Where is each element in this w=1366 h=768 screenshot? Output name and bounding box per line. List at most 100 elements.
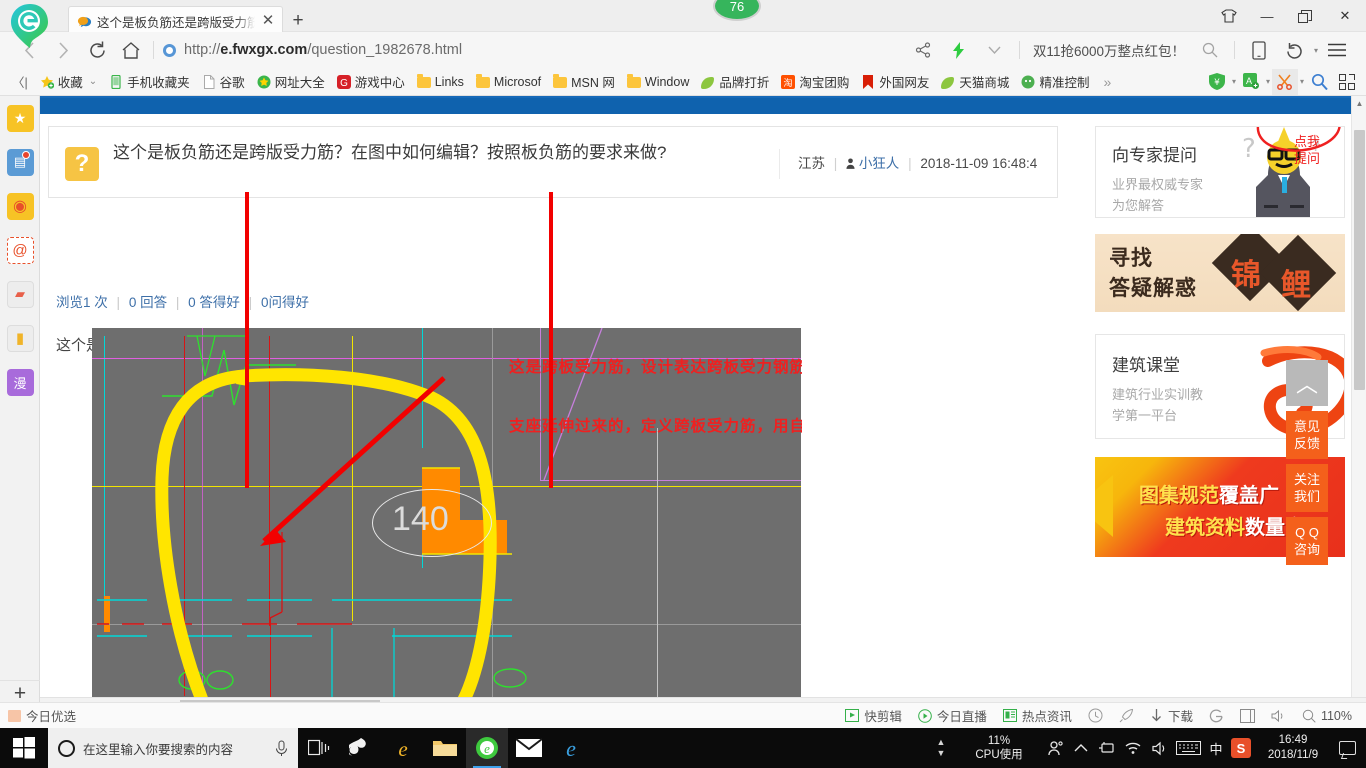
stat-views[interactable]: 浏览1 次 xyxy=(56,295,108,310)
stat-answers[interactable]: 0 回答 xyxy=(129,295,167,310)
scrollbar-thumb[interactable] xyxy=(1354,130,1365,390)
bookmark-item-phone-favorites[interactable]: 手机收藏夹 xyxy=(103,70,196,94)
chevron-up-icon[interactable] xyxy=(1068,728,1094,768)
status-item-clock[interactable] xyxy=(1080,708,1111,723)
taskbar-app-explorer[interactable] xyxy=(424,728,466,768)
history-caret-icon[interactable]: ▾ xyxy=(1314,46,1318,55)
bookmark-item-window[interactable]: Window xyxy=(621,70,695,94)
taskbar-app-cloud[interactable] xyxy=(340,728,382,768)
rail-item-bookshelf[interactable]: ▮ xyxy=(0,316,40,360)
taskbar-app-mail[interactable] xyxy=(508,728,550,768)
status-item-quick-edit[interactable]: 快剪辑 xyxy=(837,706,910,725)
rail-item-news[interactable]: ▤ xyxy=(0,140,40,184)
follow-us-button[interactable]: 关注 我们 xyxy=(1286,464,1328,512)
scroll-up-arrow[interactable]: ▲ xyxy=(1352,96,1366,111)
taskbar-app-360-browser[interactable]: e xyxy=(466,728,508,768)
lightning-icon[interactable] xyxy=(942,33,976,67)
history-back-icon[interactable] xyxy=(1278,33,1312,67)
promo-text[interactable]: 双11抢6000万整点红包！ xyxy=(1027,40,1191,60)
magnifier-icon[interactable] xyxy=(1306,69,1332,95)
qq-consult-button[interactable]: Q Q 咨询 xyxy=(1286,517,1328,565)
rail-item-weibo[interactable]: ◉ xyxy=(0,184,40,228)
ime-indicator[interactable]: 中 xyxy=(1204,739,1228,758)
cad-drawing-image[interactable]: 140 这是跨板受力筋，设计表达跨板受力钢筋是由同一图层板的上部 支座延伸过来的… xyxy=(92,328,802,707)
status-item-today-picks[interactable]: 今日优选 xyxy=(0,706,84,725)
rail-item-favorites[interactable]: ★ xyxy=(0,96,40,140)
status-item-volume[interactable] xyxy=(1263,709,1294,723)
usb-icon[interactable] xyxy=(1094,728,1120,768)
microphone-icon[interactable] xyxy=(275,740,288,757)
bookmark-item-game-center[interactable]: G 游戏中心 xyxy=(331,70,411,94)
bookmark-item-brand-discount[interactable]: 品牌打折 xyxy=(695,70,775,94)
cortana-search-box[interactable]: 在这里输入你要搜索的内容 xyxy=(48,728,298,768)
new-tab-button[interactable]: + xyxy=(283,6,313,35)
bookmark-item-precise-control[interactable]: 精准控制 xyxy=(1015,70,1095,94)
windows-start-button[interactable] xyxy=(0,728,48,768)
page-scrollbar-vertical[interactable]: ▲ ▼ xyxy=(1351,96,1366,712)
rail-item-manga[interactable]: 漫 xyxy=(0,360,40,404)
bookmark-item-microsoft[interactable]: Microsof xyxy=(470,70,547,94)
status-item-zoom[interactable]: 110% xyxy=(1294,709,1360,723)
rail-item-games[interactable]: ▰ xyxy=(0,272,40,316)
status-item-hot-news[interactable]: 热点资讯 xyxy=(995,706,1080,725)
chevron-down-icon[interactable]: ⌄ xyxy=(89,76,97,87)
action-center-button[interactable] xyxy=(1332,728,1362,768)
bookmark-item-links[interactable]: Links xyxy=(411,70,470,94)
status-item-browser-mode[interactable] xyxy=(1201,708,1232,723)
bookmark-item-tmall[interactable]: 天猫商城 xyxy=(935,70,1015,94)
koi-banner[interactable]: 寻找 答疑解惑 锦 鲤 xyxy=(1095,234,1345,312)
zoom-level[interactable]: 110% xyxy=(1321,709,1352,723)
keyboard-icon[interactable] xyxy=(1172,728,1204,768)
stat-good-questions[interactable]: 0问得好 xyxy=(261,295,309,310)
taskbar-clock[interactable]: 16:49 2018/11/9 xyxy=(1254,733,1332,763)
taskbar-app-ie[interactable]: e xyxy=(382,728,424,768)
tray-expand-button[interactable]: ▲ ▼ xyxy=(926,737,956,759)
shield-yen-icon[interactable]: ¥ xyxy=(1204,69,1230,95)
status-item-live[interactable]: 今日直播 xyxy=(910,706,995,725)
home-button[interactable] xyxy=(114,33,148,67)
status-item-speed-boost[interactable] xyxy=(1111,708,1142,723)
bookmarks-collapse[interactable]: 〈| xyxy=(6,70,34,94)
minimize-button[interactable]: — xyxy=(1248,0,1286,32)
chevron-down-icon[interactable]: ▾ xyxy=(1300,77,1304,86)
search-icon[interactable] xyxy=(1193,33,1227,67)
address-bar[interactable]: http://e.fwxgx.com/question_1982678.html xyxy=(159,32,906,68)
close-button[interactable]: ✕ xyxy=(1324,0,1366,32)
rail-item-email[interactable]: @ xyxy=(0,228,40,272)
question-author[interactable]: 小狂人 xyxy=(859,156,900,171)
status-item-download[interactable]: 下载 xyxy=(1142,706,1201,725)
translate-icon[interactable]: A xyxy=(1238,69,1264,95)
mobile-view-icon[interactable] xyxy=(1242,33,1276,67)
feedback-button[interactable]: 意见 反馈 xyxy=(1286,411,1328,459)
scissors-icon[interactable] xyxy=(1271,68,1298,95)
share-icon[interactable] xyxy=(906,33,940,67)
status-item-split-window[interactable] xyxy=(1232,708,1263,723)
bookmark-item-taobao-group[interactable]: 淘 淘宝团购 xyxy=(775,70,855,94)
scroll-to-top-button[interactable]: ︿ xyxy=(1286,360,1328,406)
bookmarks-overflow-button[interactable]: » xyxy=(1095,74,1119,90)
cpu-usage-indicator[interactable]: 11% CPU使用 xyxy=(956,734,1042,762)
chevron-down-icon[interactable] xyxy=(978,33,1012,67)
browser-tab-active[interactable]: 这个是板负筋还是跨版受力筋？在 ✕ xyxy=(68,6,283,35)
chevron-down-icon[interactable]: ▾ xyxy=(1232,77,1236,86)
hamburger-menu-icon[interactable] xyxy=(1320,33,1354,67)
bookmark-item-google[interactable]: 谷歌 xyxy=(196,70,251,94)
bookmark-item-favorites[interactable]: 收藏 ⌄ xyxy=(34,70,103,94)
reload-button[interactable] xyxy=(80,33,114,67)
bookmark-item-url-directory[interactable]: 网址大全 xyxy=(251,70,331,94)
people-icon[interactable] xyxy=(1042,728,1068,768)
maximize-button[interactable] xyxy=(1286,0,1324,32)
sogou-input-icon[interactable]: S xyxy=(1228,728,1254,768)
tab-close-icon[interactable]: ✕ xyxy=(260,13,276,29)
task-view-button[interactable] xyxy=(298,728,340,768)
stat-good-answers[interactable]: 0 答得好 xyxy=(188,295,240,310)
ask-expert-card[interactable]: 向专家提问 业界最权威专家 为您解答 ? ? 点我 提问 xyxy=(1095,126,1345,218)
bookmark-item-msn[interactable]: MSN 网 xyxy=(547,70,621,94)
notification-badge[interactable]: 76 xyxy=(713,0,761,21)
taskbar-app-edge[interactable]: e xyxy=(550,728,592,768)
apps-grid-icon[interactable] xyxy=(1334,69,1360,95)
volume-icon[interactable] xyxy=(1146,728,1172,768)
bookmark-item-foreign-friends[interactable]: 外国网友 xyxy=(855,70,935,94)
chevron-down-icon[interactable]: ▾ xyxy=(1266,77,1270,86)
skin-button[interactable] xyxy=(1210,0,1248,32)
